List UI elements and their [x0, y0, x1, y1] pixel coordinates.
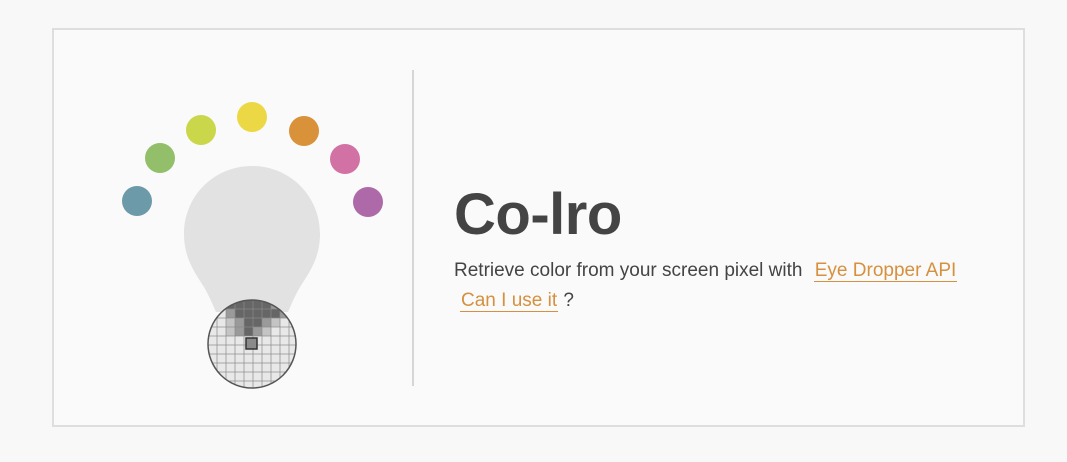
- can-i-use-link[interactable]: Can I use it: [460, 290, 559, 312]
- vertical-divider: [412, 70, 414, 386]
- eye-dropper-api-link[interactable]: Eye Dropper API: [813, 260, 958, 282]
- question-mark: ?: [563, 290, 574, 311]
- app-description: Retrieve color from your screen pixel wi…: [454, 256, 1014, 316]
- app-title: Co-lro: [454, 182, 622, 247]
- description-text: Retrieve color from your screen pixel wi…: [454, 260, 803, 281]
